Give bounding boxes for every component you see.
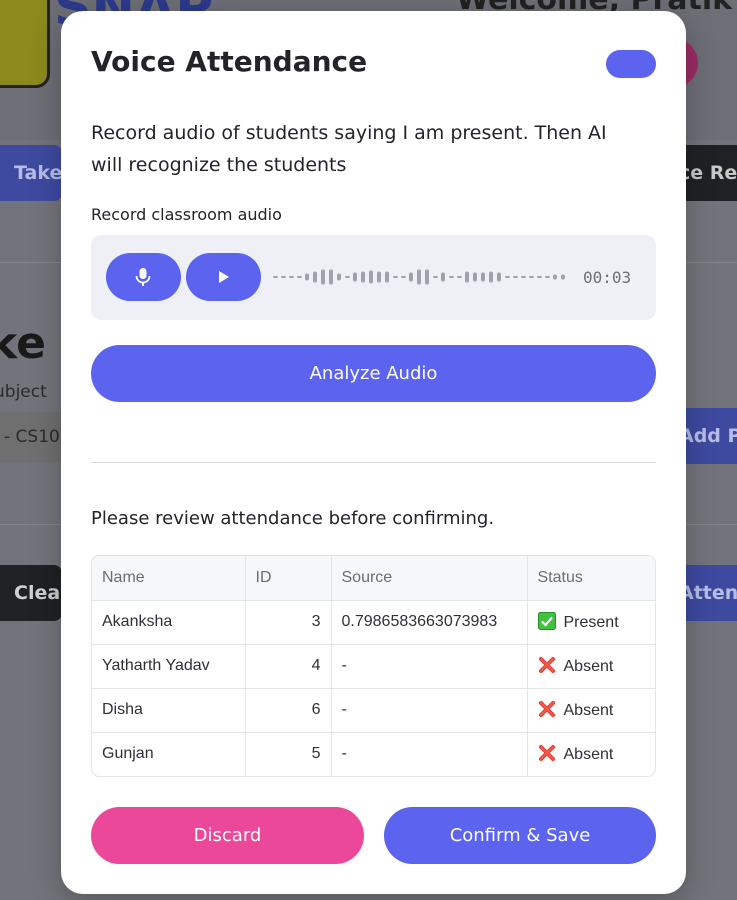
waveform-bar — [449, 276, 454, 278]
play-button[interactable] — [186, 253, 261, 301]
waveform-bar — [409, 272, 413, 282]
header-id[interactable]: ID — [245, 556, 332, 601]
app-logo — [0, 0, 50, 88]
modal-description: Record audio of students saying I am pre… — [91, 122, 607, 176]
header-name[interactable]: Name — [92, 556, 246, 601]
take-attendance-button: Take — [0, 145, 62, 201]
cell-source: - — [331, 732, 528, 776]
cell-source: 0.7986583663073983 — [331, 600, 528, 645]
background-heading: ke — [0, 318, 46, 369]
cross-icon — [538, 701, 555, 717]
header-status[interactable]: Status — [527, 556, 655, 601]
audio-recorder: 00:03 — [91, 235, 656, 320]
waveform-bar — [313, 271, 317, 283]
cell-status: Present — [527, 600, 655, 645]
attendance-table: Name ID Source Status Akanksha 3 0.79865… — [91, 555, 656, 777]
waveform-bar — [497, 272, 501, 282]
cell-status: Absent — [527, 644, 655, 689]
waveform-bar — [369, 270, 373, 284]
waveform-bar — [353, 272, 357, 282]
recording-timer: 00:03 — [583, 268, 632, 287]
waveform-bar — [273, 276, 278, 278]
waveform-bar — [537, 276, 542, 278]
discard-button[interactable]: Discard — [91, 807, 364, 864]
cell-status: Absent — [527, 688, 655, 733]
waveform-bar — [481, 272, 485, 282]
waveform-bar — [289, 276, 294, 278]
waveform-bar — [457, 276, 462, 278]
table-header-row: Name ID Source Status — [92, 556, 655, 601]
waveform-bar — [561, 274, 565, 280]
subject-label: ubject — [0, 382, 47, 402]
waveform-bar — [297, 276, 302, 278]
waveform-bar — [329, 269, 333, 285]
header-source[interactable]: Source — [331, 556, 528, 601]
status-label: Absent — [563, 702, 614, 719]
status-label: Absent — [563, 746, 614, 764]
waveform-bar — [361, 271, 365, 283]
table-row: Akanksha 3 0.7986583663073983 Present — [92, 600, 655, 645]
cell-source: - — [331, 688, 528, 733]
waveform-bar — [553, 274, 557, 280]
play-icon — [219, 271, 229, 283]
waveform — [273, 269, 565, 285]
waveform-bar — [385, 271, 389, 283]
cell-name: Akanksha — [92, 600, 246, 645]
waveform-bar — [513, 276, 518, 278]
table-row: Disha 6 - Absent — [92, 688, 655, 733]
check-icon — [537, 612, 556, 630]
review-text: Please review attendance before confirmi… — [91, 508, 495, 529]
cell-name: Disha — [92, 688, 246, 733]
waveform-bar — [505, 276, 510, 278]
waveform-bar — [305, 273, 309, 281]
confirm-save-button[interactable]: Confirm & Save — [384, 807, 656, 864]
waveform-bar — [521, 276, 526, 278]
status-label: Present — [563, 614, 619, 631]
waveform-bar — [473, 272, 477, 282]
waveform-bar — [337, 273, 341, 281]
cell-id: 5 — [245, 732, 332, 776]
waveform-bar — [425, 269, 429, 285]
analyze-audio-button[interactable]: Analyze Audio — [91, 345, 656, 402]
record-label: Record classroom audio — [91, 205, 282, 224]
table-row: Gunjan 5 - Absent — [92, 732, 655, 776]
close-toggle-button[interactable] — [606, 50, 656, 78]
subject-select: - CS102 — [0, 412, 62, 462]
cell-name: Yatharth Yadav — [92, 644, 246, 689]
waveform-bar — [393, 276, 398, 278]
waveform-bar — [433, 276, 438, 278]
waveform-bar — [489, 271, 493, 283]
cell-id: 3 — [245, 600, 332, 645]
cell-source: - — [331, 644, 528, 689]
modal-title: Voice Attendance — [91, 45, 368, 78]
waveform-bar — [345, 276, 350, 278]
waveform-bar — [529, 276, 534, 278]
record-button[interactable] — [106, 253, 181, 301]
cross-icon — [538, 745, 555, 762]
table-row: Yatharth Yadav 4 - Absent — [92, 644, 655, 689]
status-label: Absent — [563, 658, 614, 675]
voice-record-button: ce Rec — [677, 145, 737, 201]
waveform-bar — [377, 271, 381, 283]
waveform-bar — [281, 276, 286, 278]
clear-button: Clea — [0, 565, 62, 621]
mic-icon — [135, 268, 151, 286]
section-divider — [91, 462, 656, 463]
cross-icon — [538, 657, 555, 673]
waveform-bar — [401, 276, 406, 278]
cell-name: Gunjan — [92, 732, 246, 776]
waveform-bar — [321, 269, 325, 285]
cell-id: 4 — [245, 644, 332, 689]
waveform-bar — [417, 269, 421, 285]
waveform-bar — [545, 276, 550, 278]
cell-status: Absent — [527, 732, 655, 776]
voice-attendance-modal: Voice Attendance Record audio of student… — [61, 11, 686, 894]
waveform-bar — [441, 272, 445, 282]
attendance-button: Attend — [677, 565, 737, 621]
add-photo-button: Add Ph — [677, 408, 737, 464]
waveform-bar — [465, 271, 469, 283]
cell-id: 6 — [245, 688, 332, 733]
